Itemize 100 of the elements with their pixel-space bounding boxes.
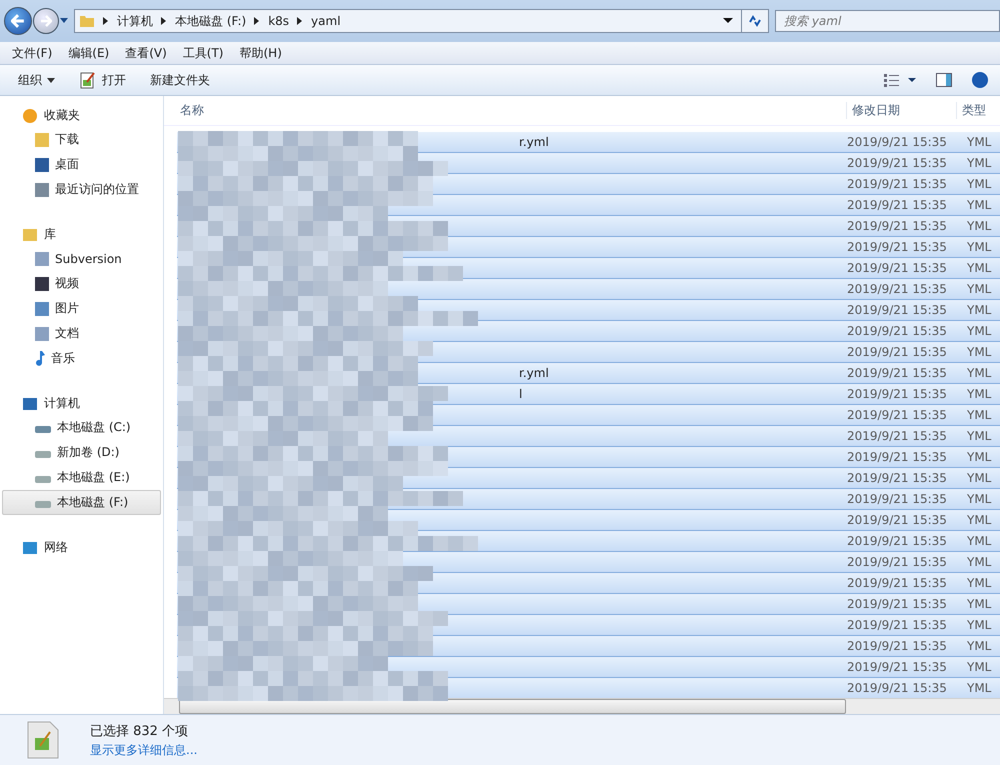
- sidebar-item[interactable]: 最近访问的位置: [2, 177, 161, 202]
- breadcrumb[interactable]: 计算机: [117, 12, 153, 30]
- file-name: r.yml: [519, 135, 549, 149]
- sidebar-icon: [35, 276, 49, 290]
- search-field[interactable]: 搜索 yaml: [775, 10, 1000, 32]
- menu-item[interactable]: 查看(V): [117, 44, 175, 62]
- type-cell: YML: [967, 681, 992, 695]
- type-cell: YML: [967, 597, 992, 611]
- date-cell-text: 2019/9/21 15:35: [847, 324, 948, 338]
- type-cell: YML: [967, 324, 992, 338]
- date-cell-text: 2019/9/21 15:35: [847, 240, 948, 254]
- date-cell-text: 2019/9/21 15:35: [847, 639, 948, 653]
- sidebar-item[interactable]: 本地磁盘 (C:): [2, 415, 161, 440]
- date-cell-text: 2019/9/21 15:35: [847, 681, 948, 695]
- drive-icon: [35, 476, 51, 483]
- sidebar-icon: [22, 108, 38, 124]
- type-cell: YML: [967, 177, 992, 191]
- sidebar-item[interactable]: 库: [0, 223, 163, 246]
- type-cell: YML: [967, 471, 992, 485]
- type-cell: YML: [967, 303, 992, 317]
- date-cell-text: 2019/9/21 15:35: [847, 555, 948, 569]
- sidebar-item[interactable]: 计算机: [0, 392, 163, 415]
- menu-item[interactable]: 工具(T): [174, 44, 232, 62]
- menu-item[interactable]: 编辑(E): [60, 44, 118, 62]
- type-cell: YML: [967, 135, 992, 149]
- date-cell-text: 2019/9/21 15:35: [847, 660, 948, 674]
- sidebar-item[interactable]: 网络: [0, 536, 163, 559]
- type-cell: YML: [967, 660, 992, 674]
- drive-icon: [35, 451, 51, 458]
- sidebar-item[interactable]: 本地磁盘 (E:): [2, 465, 161, 490]
- dropdown-icon[interactable]: [723, 18, 733, 24]
- sidebar-item[interactable]: Subversion: [2, 246, 161, 271]
- chevron-icon: [161, 17, 167, 25]
- file-icon: [26, 720, 60, 760]
- sidebar-item[interactable]: 本地磁盘 (F:): [2, 490, 161, 515]
- type-cell: YML: [967, 387, 992, 401]
- date-cell-text: 2019/9/21 15:35: [847, 450, 948, 464]
- type-cell: YML: [967, 555, 992, 569]
- right-arrow-icon: [40, 15, 52, 27]
- sidebar-item[interactable]: 新加卷 (D:): [2, 440, 161, 465]
- toolbar-button[interactable]: 新建文件夹: [142, 68, 222, 92]
- toolbar-button[interactable]: 组织: [10, 68, 67, 92]
- type-cell: YML: [967, 198, 992, 212]
- left-arrow-icon: [11, 14, 25, 28]
- menu-item[interactable]: 帮助(H): [232, 44, 290, 62]
- date-cell-text: 2019/9/21 15:35: [847, 282, 948, 296]
- forward-button[interactable]: [33, 8, 59, 34]
- chevron-icon: [297, 17, 304, 25]
- type-cell: YML: [967, 450, 992, 464]
- horizontal-scrollbar[interactable]: [164, 698, 1000, 714]
- date-cell-text: 2019/9/21 15:35: [847, 576, 948, 590]
- type-cell: YML: [967, 429, 992, 443]
- column-header[interactable]: 修改日期: [846, 102, 956, 119]
- details-link[interactable]: 显示更多详细信息...: [90, 742, 198, 758]
- column-header[interactable]: 类型: [956, 102, 1000, 119]
- type-cell: YML: [967, 408, 992, 422]
- sidebar-item[interactable]: 音乐: [2, 346, 161, 371]
- date-cell-text: 2019/9/21 15:35: [847, 534, 948, 548]
- type-cell: YML: [967, 618, 992, 632]
- type-cell: YML: [967, 513, 992, 527]
- history-dropdown-icon[interactable]: [60, 18, 68, 24]
- type-cell: YML: [967, 282, 992, 296]
- folder-icon: [79, 13, 95, 29]
- sidebar-item[interactable]: 视频: [2, 271, 161, 296]
- breadcrumb[interactable]: yaml: [311, 14, 341, 28]
- music-note-icon: [35, 350, 45, 366]
- file-name: l: [519, 387, 522, 401]
- sidebar-item[interactable]: 文档: [2, 321, 161, 346]
- sidebar-icon: [22, 540, 38, 556]
- date-cell-text: 2019/9/21 15:35: [847, 366, 948, 380]
- toolbar-button[interactable]: 打开: [71, 68, 138, 92]
- sidebar-item[interactable]: 图片: [2, 296, 161, 321]
- sidebar-icon: [22, 396, 38, 412]
- drive-icon: [35, 501, 51, 508]
- date-cell-text: 2019/9/21 15:35: [847, 387, 948, 401]
- breadcrumb[interactable]: 本地磁盘 (F:): [175, 12, 246, 30]
- column-header[interactable]: 名称: [164, 102, 846, 119]
- sidebar-icon: [35, 252, 49, 266]
- sidebar-item[interactable]: 收藏夹: [0, 104, 163, 127]
- file-name: r.yml: [519, 366, 549, 380]
- sidebar-item[interactable]: 下载: [2, 127, 161, 152]
- notepad-icon: [79, 71, 97, 89]
- type-cell: YML: [967, 366, 992, 380]
- sidebar-icon: [22, 226, 38, 242]
- sidebar-item[interactable]: 桌面: [2, 152, 161, 177]
- date-cell-text: 2019/9/21 15:35: [847, 471, 948, 485]
- date-cell-text: 2019/9/21 15:35: [847, 261, 948, 275]
- date-cell-text: 2019/9/21 15:35: [847, 198, 948, 212]
- back-button[interactable]: [4, 7, 32, 35]
- breadcrumb[interactable]: k8s: [268, 14, 290, 28]
- sidebar-icon: [35, 302, 49, 316]
- menu-item[interactable]: 文件(F): [4, 44, 60, 62]
- refresh-icon: [749, 15, 761, 27]
- address-bar[interactable]: 计算机 本地磁盘 (F:) k8s yaml: [74, 9, 769, 33]
- chevron-icon: [103, 17, 109, 25]
- type-cell: YML: [967, 156, 992, 170]
- date-cell-text: 2019/9/21 15:35: [847, 618, 948, 632]
- date-cell-text: 2019/9/21 15:35: [847, 492, 948, 506]
- date-cell-text: 2019/9/21 15:35: [847, 156, 948, 170]
- sidebar-icon: [35, 182, 49, 196]
